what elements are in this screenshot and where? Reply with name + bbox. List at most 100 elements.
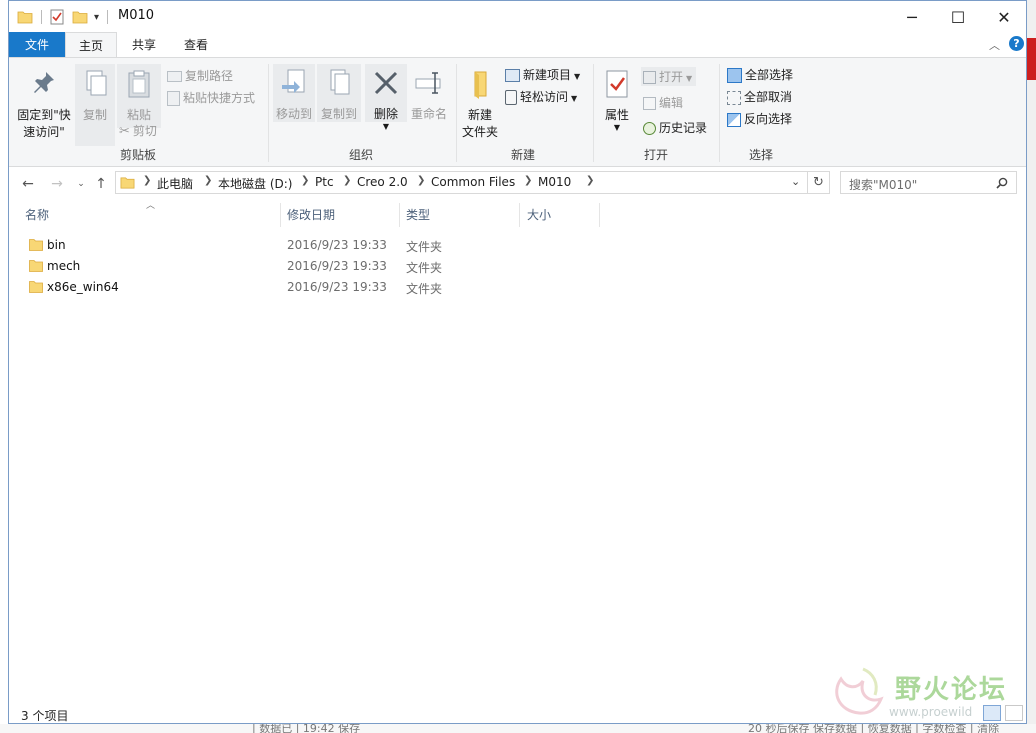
cut-button[interactable]: ✂ 剪切 xyxy=(119,122,157,139)
select-none-button[interactable]: 全部取消 xyxy=(727,88,792,105)
sort-ascending-icon: ︿ xyxy=(146,201,156,211)
help-icon[interactable]: ? xyxy=(1009,36,1024,51)
breadcrumb-separator-icon[interactable]: ❯ xyxy=(204,175,212,186)
properties-button[interactable]: 属性 ▼ xyxy=(599,68,635,132)
details-view-icon[interactable] xyxy=(983,705,1001,721)
back-arrow-icon[interactable]: ← xyxy=(18,174,38,194)
minimize-button[interactable]: ─ xyxy=(889,5,935,29)
edit-button[interactable]: 编辑 xyxy=(643,94,683,111)
window-title: M010 xyxy=(118,8,155,23)
breadcrumb-separator-icon[interactable]: ❯ xyxy=(301,175,309,186)
tab-home[interactable]: 主页 xyxy=(65,32,117,58)
new-folder-icon[interactable] xyxy=(72,10,88,24)
rename-label: 重命名 xyxy=(410,107,447,121)
select-all-button[interactable]: 全部选择 xyxy=(727,66,793,83)
breadcrumb-this-pc[interactable]: 此电脑 xyxy=(157,175,193,192)
breadcrumb-separator-icon[interactable]: ❯ xyxy=(586,175,594,186)
invert-selection-label: 反向选择 xyxy=(744,112,793,126)
file-name: bin xyxy=(47,238,66,252)
delete-button[interactable]: 删除 ▼ xyxy=(365,64,407,131)
forward-arrow-icon[interactable]: → xyxy=(47,174,67,194)
pin-icon xyxy=(34,72,54,93)
column-divider[interactable] xyxy=(599,203,600,227)
refresh-icon[interactable]: ↻ xyxy=(808,171,830,194)
history-button[interactable]: 历史记录 xyxy=(643,119,707,136)
easy-access-dropdown-icon: ▼ xyxy=(571,94,578,103)
search-icon[interactable] xyxy=(996,177,1008,189)
file-row[interactable]: x86e_win64 2016/9/23 19:33 文件夹 xyxy=(25,277,465,298)
breadcrumb-separator-icon[interactable]: ❯ xyxy=(417,175,425,186)
open-button[interactable]: 打开 ▼ xyxy=(641,67,697,86)
file-row[interactable]: mech 2016/9/23 19:33 文件夹 xyxy=(25,256,465,277)
tab-view[interactable]: 查看 xyxy=(173,32,219,57)
column-header-name[interactable]: 名称 xyxy=(25,206,49,223)
breadcrumb-m010[interactable]: M010 xyxy=(538,175,571,189)
group-separator xyxy=(456,64,457,162)
copy-to-label: 复制到 xyxy=(320,107,357,121)
rename-button[interactable]: 重命名 xyxy=(409,64,449,122)
column-divider[interactable] xyxy=(280,203,281,227)
properties-icon[interactable] xyxy=(50,9,64,25)
easy-access-icon xyxy=(505,90,517,105)
copy-to-button[interactable]: 复制到 xyxy=(317,64,361,122)
up-arrow-icon[interactable]: ↑ xyxy=(91,174,111,194)
new-folder-label-1: 新建 xyxy=(467,108,492,122)
properties-dropdown-icon[interactable]: ▼ xyxy=(599,124,635,132)
address-bar[interactable]: ❯ 此电脑 ❯ 本地磁盘 (D:) ❯ Ptc ❯ Creo 2.0 ❯ Com… xyxy=(115,171,808,194)
breadcrumb-separator-icon[interactable]: ❯ xyxy=(143,175,151,186)
large-icons-view-icon[interactable] xyxy=(1005,705,1023,721)
watermark-logo-icon xyxy=(835,667,884,715)
search-box[interactable]: 搜索"M010" xyxy=(840,171,1017,194)
paste-shortcut-button[interactable]: 粘贴快捷方式 xyxy=(167,89,255,106)
invert-selection-button[interactable]: 反向选择 xyxy=(727,110,792,127)
easy-access-label: 轻松访问 xyxy=(520,90,569,104)
recent-locations-chevron-icon[interactable]: ⌄ xyxy=(71,174,91,194)
column-divider[interactable] xyxy=(519,203,520,227)
breadcrumb-ptc[interactable]: Ptc xyxy=(315,175,334,189)
delete-dropdown-icon[interactable]: ▼ xyxy=(365,123,407,131)
file-row[interactable]: bin 2016/9/23 19:33 文件夹 xyxy=(25,235,465,256)
column-header-size[interactable]: 大小 xyxy=(527,206,551,223)
file-date: 2016/9/23 19:33 xyxy=(287,259,387,273)
breadcrumb-separator-icon[interactable]: ❯ xyxy=(524,175,532,186)
select-all-label: 全部选择 xyxy=(745,68,794,82)
pin-quick-access-button[interactable]: 固定到"快 速访问" xyxy=(13,68,75,141)
breadcrumb-separator-icon[interactable]: ❯ xyxy=(343,175,351,186)
file-date: 2016/9/23 19:33 xyxy=(287,280,387,294)
address-dropdown-icon[interactable]: ⌄ xyxy=(791,175,800,188)
move-to-label: 移动到 xyxy=(275,107,312,121)
collapse-ribbon-icon[interactable]: ︿ xyxy=(989,37,1000,53)
pin-label-1: 固定到"快 xyxy=(17,108,71,122)
delete-x-icon xyxy=(374,71,398,95)
column-divider[interactable] xyxy=(399,203,400,227)
breadcrumb-common-files[interactable]: Common Files xyxy=(431,175,515,189)
background-status-right: 20 秒后保存 保存数据 | 恢复数据 | 字数检查 | 清除 xyxy=(748,724,1000,733)
delete-label: 删除 xyxy=(373,107,398,121)
easy-access-button[interactable]: 轻松访问 ▼ xyxy=(505,88,577,105)
tab-file[interactable]: 文件 xyxy=(9,32,65,57)
close-button[interactable]: ✕ xyxy=(981,5,1027,29)
explorer-window: ▾ M010 ─ ☐ ✕ 文件 主页 共享 查看 ︿ ? 固定到"快 速访问" … xyxy=(8,0,1027,724)
folder-icon xyxy=(29,260,43,272)
properties-big-icon xyxy=(606,70,628,98)
column-header-date[interactable]: 修改日期 xyxy=(287,206,335,223)
group-separator xyxy=(268,64,269,162)
move-to-button[interactable]: 移动到 xyxy=(273,64,315,122)
item-count-status: 3 个项目 xyxy=(21,709,69,723)
copy-button[interactable]: 复制 xyxy=(75,64,115,146)
column-header-type[interactable]: 类型 xyxy=(406,206,430,223)
customize-qa-dropdown-icon[interactable]: ▾ xyxy=(94,12,99,23)
paste-button[interactable]: 粘贴 xyxy=(117,64,161,128)
copy-to-icon xyxy=(330,69,350,95)
open-dropdown-icon: ▼ xyxy=(686,74,693,83)
maximize-button[interactable]: ☐ xyxy=(935,5,981,29)
new-item-button[interactable]: 新建项目 ▼ xyxy=(505,66,580,83)
file-type: 文件夹 xyxy=(406,282,443,296)
copy-path-button[interactable]: 复制路径 xyxy=(167,67,233,84)
pin-label-2: 速访问" xyxy=(23,125,65,139)
breadcrumb-creo[interactable]: Creo 2.0 xyxy=(357,175,408,189)
tab-share[interactable]: 共享 xyxy=(121,32,167,57)
open-group-label: 打开 xyxy=(644,148,669,162)
breadcrumb-local-disk[interactable]: 本地磁盘 (D:) xyxy=(218,175,292,192)
new-folder-button[interactable]: 新建 文件夹 xyxy=(459,68,501,141)
